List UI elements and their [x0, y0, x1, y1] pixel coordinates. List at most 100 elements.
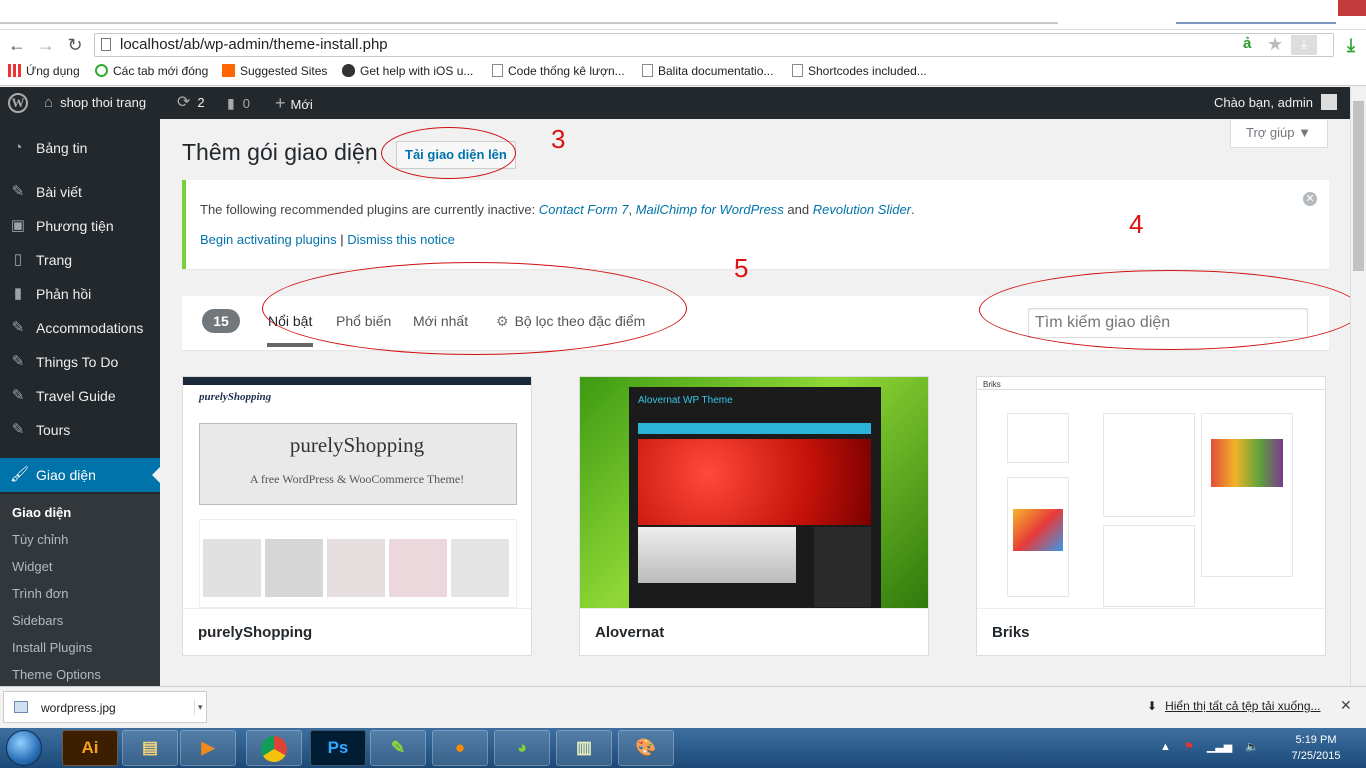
download-item[interactable]: wordpress.jpg ▾ [3, 691, 207, 723]
my-account-link[interactable]: Chào bạn, admin [1214, 87, 1338, 119]
firefox-taskbar-icon[interactable]: ● [432, 730, 488, 766]
windows-taskbar: Ai ▤ ▶ Ps ✎ ● ◕ ▥ 🎨 ▲ ⚑ ▁▃▅ 🔈 5:19 PM 7/… [0, 728, 1366, 768]
download-arrow-icon: ⬇ [1147, 699, 1158, 713]
comment-icon: ▮ [227, 95, 235, 111]
theme-card-alovernat[interactable]: Alovernat WP Theme Alovernat [579, 376, 929, 656]
submenu-widgets[interactable]: Widget [12, 559, 52, 574]
contact-form-7-link[interactable]: Contact Form 7 [539, 202, 629, 217]
mailchimp-link[interactable]: MailChimp for WordPress [636, 202, 784, 217]
suggested-sites-icon [222, 64, 235, 77]
chart-app-taskbar-icon[interactable]: ▥ [556, 730, 612, 766]
chevron-down-icon[interactable]: ▾ [194, 699, 203, 715]
comments-link[interactable]: ▮ 0 [227, 87, 250, 119]
forward-icon[interactable]: → [35, 34, 57, 56]
illustrator-taskbar-icon[interactable]: Ai [62, 730, 118, 766]
paint-taskbar-icon[interactable]: 🎨 [618, 730, 674, 766]
coccoc-taskbar-icon[interactable]: ◕ [494, 730, 550, 766]
brush-icon: 🖌 [10, 466, 30, 483]
close-icon[interactable]: ✕ [1303, 192, 1317, 206]
submenu-theme-options[interactable]: Theme Options [12, 667, 101, 682]
bookmark-star-icon[interactable]: ★ [1267, 34, 1283, 55]
start-button-icon[interactable] [6, 730, 42, 766]
submenu-customize[interactable]: Tùy chỉnh [12, 532, 68, 547]
annotation-number-3: 3 [551, 124, 566, 154]
begin-activating-link[interactable]: Begin activating plugins [200, 232, 337, 247]
reload-icon[interactable]: ↻ [64, 34, 86, 56]
show-all-downloads-link[interactable]: ⬇ Hiển thị tất cả tệp tải xuống... [1147, 699, 1321, 713]
menu-dashboard[interactable]: ◔ Bảng tin [0, 131, 160, 165]
volume-icon[interactable]: 🔈 [1245, 741, 1259, 753]
page-icon [792, 64, 803, 77]
annotation-circle-tabs [262, 262, 687, 355]
extension-icon[interactable]: ả [1243, 35, 1251, 52]
menu-appearance[interactable]: 🖌 Giao diện [0, 458, 160, 492]
download-page-icon[interactable]: ⤓ [1291, 35, 1317, 55]
menu-tours[interactable]: ✎ Tours [0, 413, 160, 447]
theme-tagline: Alovernat WP Theme [638, 395, 733, 406]
download-file-name: wordpress.jpg [41, 701, 116, 715]
flag-icon[interactable]: ⚑ [1184, 741, 1194, 753]
annotation-number-4: 4 [1129, 209, 1144, 239]
submenu-install-plugins[interactable]: Install Plugins [12, 640, 92, 655]
bookmark-balita[interactable]: Balita documentatio... [642, 64, 773, 78]
dismiss-notice-link[interactable]: Dismiss this notice [347, 232, 455, 247]
bookmark-suggested-sites[interactable]: Suggested Sites [222, 64, 327, 78]
page-scrollbar[interactable] [1350, 87, 1366, 686]
pin-icon: ✎ [11, 421, 25, 438]
menu-comments[interactable]: ▮ Phản hồi [0, 277, 160, 311]
bookmark-ios-help[interactable]: Get help with iOS u... [342, 64, 473, 78]
page-icon: ▯ [13, 251, 23, 268]
theme-tagline: A free WordPress & WooCommerce Theme! [249, 472, 465, 486]
theme-card-briks[interactable]: Briks Briks [976, 376, 1326, 656]
main-content: Trợ giúp ▼ Thêm gói giao diện Tải giao d… [160, 119, 1350, 686]
dashboard-icon: ◔ [13, 139, 23, 156]
annotation-circle-search [979, 270, 1350, 350]
file-explorer-taskbar-icon[interactable]: ▤ [122, 730, 178, 766]
browser-tab-strip [0, 0, 1366, 30]
appearance-submenu: Giao diện Tùy chỉnh Widget Trình đơn Sid… [0, 494, 160, 686]
show-hidden-icons[interactable]: ▲ [1160, 741, 1171, 753]
menu-posts[interactable]: ✎ Bài viết [0, 175, 160, 209]
clock-time: 5:19 PM [1295, 734, 1337, 746]
plus-icon: + [275, 93, 286, 113]
menu-pages[interactable]: ▯ Trang [0, 243, 160, 277]
bookmark-apps[interactable]: Ứng dụng [8, 64, 80, 78]
menu-travel-guide[interactable]: ✎ Travel Guide [0, 379, 160, 413]
submenu-themes[interactable]: Giao diện [12, 505, 71, 520]
new-content-link[interactable]: + Mới [275, 87, 313, 119]
chrome-taskbar-icon[interactable] [246, 730, 302, 766]
theme-logo-text: Briks [983, 380, 1001, 389]
download-icon[interactable]: ⤓ [1340, 34, 1362, 56]
address-bar[interactable]: localhost/ab/wp-admin/theme-install.php … [94, 33, 1334, 57]
media-icon: ▣ [10, 217, 26, 234]
bookmark-code[interactable]: Code thống kê lượn... [492, 64, 625, 78]
help-tab-button[interactable]: Trợ giúp ▼ [1230, 120, 1328, 148]
theme-count-badge: 15 [202, 309, 240, 333]
plugin-notice: The following recommended plugins are cu… [182, 180, 1329, 269]
window-close-icon[interactable] [1338, 0, 1366, 16]
menu-things-to-do[interactable]: ✎ Things To Do [0, 345, 160, 379]
bookmark-recent-tabs[interactable]: Các tab mới đóng [95, 64, 208, 78]
media-player-taskbar-icon[interactable]: ▶ [180, 730, 236, 766]
theme-screenshot: purelyShopping purelyShopping A free Wor… [183, 377, 531, 608]
back-icon[interactable]: ← [6, 34, 28, 56]
submenu-menus[interactable]: Trình đơn [12, 586, 68, 601]
download-bar: wordpress.jpg ▾ ⬇ Hiển thị tất cả tệp tải… [0, 686, 1366, 728]
url-text: localhost/ab/wp-admin/theme-install.php [120, 36, 388, 53]
pin-icon: ✎ [11, 183, 25, 200]
menu-media[interactable]: ▣ Phương tiện [0, 209, 160, 243]
submenu-sidebars[interactable]: Sidebars [12, 613, 63, 628]
close-icon[interactable]: ✕ [1340, 697, 1352, 714]
scrollbar-thumb[interactable] [1353, 101, 1364, 271]
bookmark-shortcodes[interactable]: Shortcodes included... [792, 64, 927, 78]
network-icon[interactable]: ▁▃▅ [1207, 741, 1232, 753]
menu-accommodations[interactable]: ✎ Accommodations [0, 311, 160, 345]
updates-link[interactable]: ⟳ 2 [177, 87, 205, 119]
page-icon [642, 64, 653, 77]
clock[interactable]: 5:19 PM 7/25/2015 [1284, 732, 1348, 764]
photoshop-taskbar-icon[interactable]: Ps [310, 730, 366, 766]
theme-card-purelyshopping[interactable]: purelyShopping purelyShopping A free Wor… [182, 376, 532, 656]
wordpress-logo-icon[interactable]: W [8, 93, 28, 113]
coreldraw-taskbar-icon[interactable]: ✎ [370, 730, 426, 766]
site-name-link[interactable]: ⌂ shop thoi trang [44, 87, 146, 119]
